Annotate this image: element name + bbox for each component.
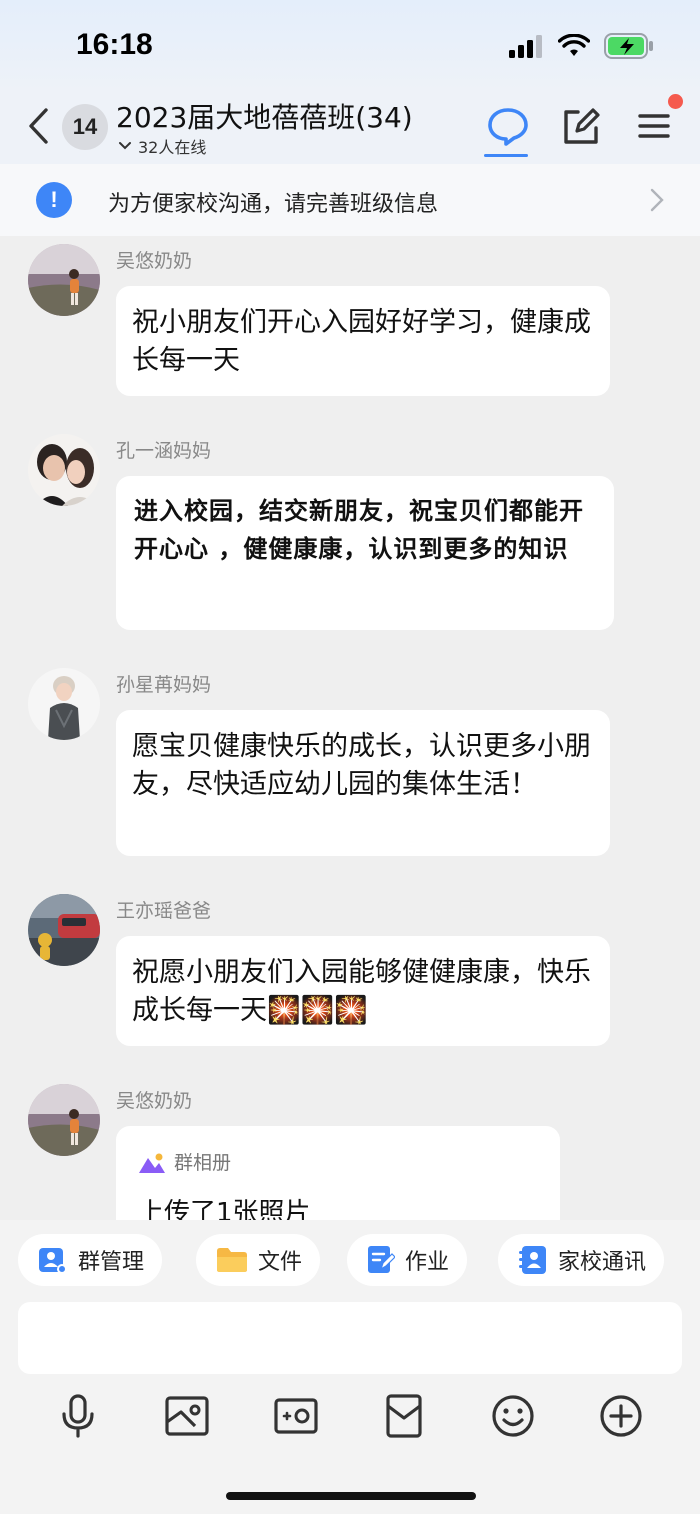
school-contacts-button[interactable]: 家校通讯 (498, 1234, 665, 1286)
online-count-label: 32人在线 (138, 138, 207, 157)
avatar[interactable] (28, 244, 100, 316)
album-card[interactable]: 群相册 上传了1张照片 (116, 1126, 560, 1220)
album-header: 群相册 (138, 1144, 538, 1182)
sender-name: 孙星苒妈妈 (116, 674, 212, 696)
emoji-icon[interactable] (489, 1392, 537, 1440)
homework-button[interactable]: 作业 (347, 1234, 468, 1286)
cellular-signal-icon (509, 35, 542, 58)
notice-bar[interactable]: ! 为方便家校沟通，请完善班级信息 (0, 164, 700, 236)
avatar[interactable] (28, 894, 100, 966)
group-manage-button[interactable]: 群管理 (18, 1234, 163, 1286)
back-button[interactable] (24, 106, 54, 146)
message-bubble[interactable]: 祝愿小朋友们入园能够健健康康，快乐成长每一天🎇🎇🎇 (116, 936, 610, 1046)
avatar[interactable] (28, 668, 100, 740)
envelope-icon[interactable] (380, 1392, 428, 1440)
contacts-icon (519, 1246, 546, 1274)
folder-icon (217, 1248, 247, 1272)
avatar[interactable] (28, 434, 100, 506)
active-tab-indicator (484, 154, 528, 157)
school-contacts-label: 家校通讯 (558, 1250, 647, 1275)
album-icon (139, 1153, 165, 1173)
message-input[interactable] (18, 1302, 682, 1374)
sender-name: 吴悠奶奶 (116, 250, 193, 272)
menu-icon[interactable] (630, 102, 678, 150)
home-indicator[interactable] (226, 1492, 476, 1500)
notification-dot (668, 94, 683, 109)
status-time: 16:18 (76, 28, 153, 61)
message-bubble[interactable]: 愿宝贝健康快乐的成长，认识更多小朋友，尽快适应幼儿园的集体生活！ (116, 710, 610, 856)
homework-icon (368, 1246, 395, 1273)
chat-bubble-icon[interactable] (484, 102, 532, 150)
message-text: 进入校园，结交新朋友，祝宝贝们都能开开心心 ，健健康康，认识到更多的知识 (134, 496, 584, 563)
album-text: 上传了1张照片 (138, 1198, 311, 1220)
composer-toolbar (0, 1392, 700, 1440)
status-icons (508, 32, 654, 60)
message-text: 祝小朋友们开心入园好好学习，健康成长每一天 (132, 307, 591, 376)
group-manage-label: 群管理 (78, 1250, 145, 1275)
message-bubble[interactable]: 进入校园，结交新朋友，祝宝贝们都能开开心心 ，健健康康，认识到更多的知识 (116, 476, 614, 630)
edit-icon[interactable] (556, 102, 604, 150)
files-label: 文件 (258, 1250, 303, 1275)
avatar[interactable] (28, 1084, 100, 1156)
message-text: 愿宝贝健康快乐的成长，认识更多小朋友，尽快适应幼儿园的集体生活！ (132, 731, 591, 800)
chat-message-list[interactable]: 吴悠奶奶 祝小朋友们开心入园好好学习，健康成长每一天 孔一涵妈妈 进入校园，结交… (0, 236, 700, 1220)
group-manage-icon (39, 1248, 67, 1274)
unread-count-badge[interactable]: 14 (62, 104, 108, 150)
microphone-icon[interactable] (54, 1392, 102, 1440)
wifi-icon (558, 34, 590, 56)
homework-label: 作业 (405, 1250, 450, 1275)
chevron-down-icon (119, 142, 131, 150)
message-bubble[interactable]: 祝小朋友们开心入园好好学习，健康成长每一天 (116, 286, 610, 396)
album-label: 群相册 (174, 1152, 232, 1174)
online-status[interactable]: 32人在线 (118, 134, 206, 158)
sender-name: 吴悠奶奶 (116, 1090, 193, 1112)
info-icon: ! (36, 182, 72, 218)
battery-charging-icon (604, 33, 653, 59)
chevron-right-icon (650, 188, 664, 212)
sender-name: 王亦瑶爸爸 (116, 900, 212, 922)
video-icon[interactable] (272, 1392, 320, 1440)
status-bar: 16:18 (0, 0, 700, 92)
files-button[interactable]: 文件 (196, 1234, 321, 1286)
fireworks-emoji: 🎇🎇🎇 (267, 995, 368, 1026)
group-title[interactable]: 2023届大地蓓蓓班(34) (116, 96, 413, 136)
chat-header: 14 2023届大地蓓蓓班(34) 32人在线 (0, 92, 700, 164)
image-icon[interactable] (163, 1392, 211, 1440)
notice-text: 为方便家校沟通，请完善班级信息 (108, 192, 439, 217)
sender-name: 孔一涵妈妈 (116, 440, 212, 462)
composer-panel: 群管理 文件 作业 家校通讯 (0, 1220, 700, 1514)
plus-icon[interactable] (597, 1392, 645, 1440)
quick-action-bar: 群管理 文件 作业 家校通讯 (0, 1234, 700, 1288)
